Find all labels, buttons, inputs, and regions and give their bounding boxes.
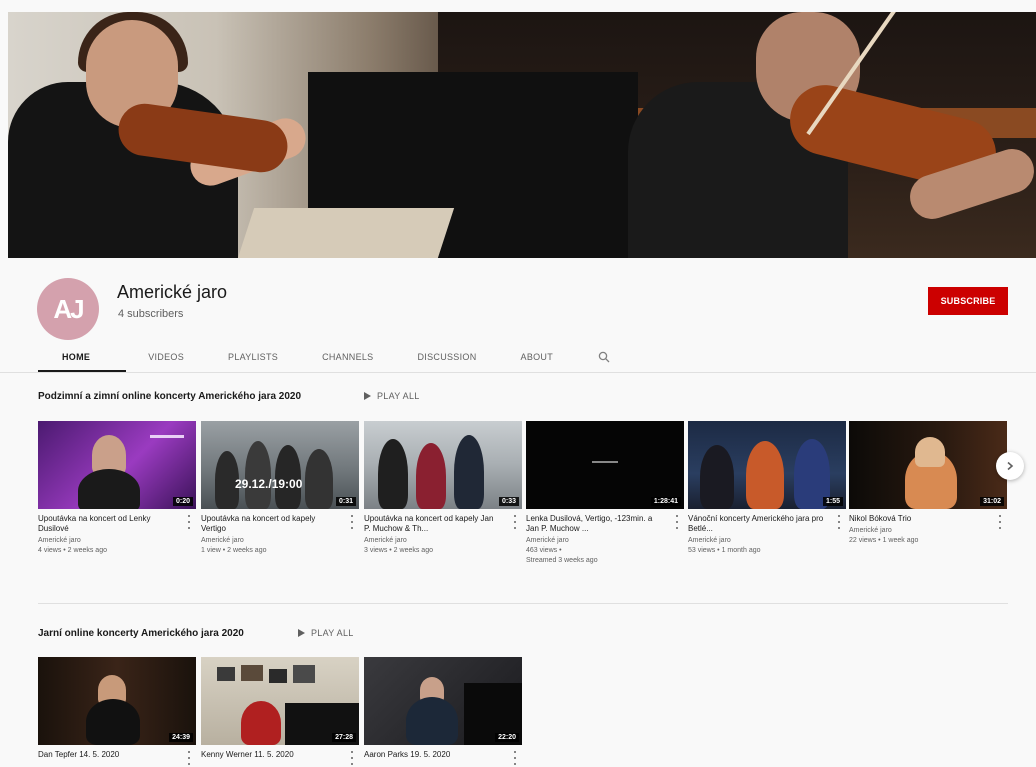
tab-videos[interactable]: VIDEOS — [126, 341, 206, 372]
video-card[interactable]: 0:20 Upoutávka na koncert od Lenky Dusil… — [38, 421, 196, 556]
video-channel[interactable]: Americké jaro — [364, 536, 522, 546]
video-card[interactable]: 1:28:41 Lenka Dusilová, Vertigo, -123min… — [526, 421, 684, 566]
video-thumbnail[interactable]: 29.12./19:00 0:31 — [201, 421, 359, 509]
video-thumbnail[interactable]: 0:20 — [38, 421, 196, 509]
subscribe-button[interactable]: SUBSCRIBE — [928, 287, 1008, 315]
video-title[interactable]: Aaron Parks 19. 5. 2020 — [364, 750, 502, 767]
video-card[interactable]: 1:55 Vánoční koncerty Amerického jara pr… — [688, 421, 846, 556]
video-title[interactable]: Upoutávka na koncert od kapely Jan P. Mu… — [364, 514, 502, 534]
tab-playlists[interactable]: PLAYLISTS — [206, 341, 300, 372]
more-options-icon[interactable] — [510, 515, 520, 529]
video-card[interactable]: 22:20 Aaron Parks 19. 5. 2020 — [364, 657, 522, 767]
tab-home[interactable]: HOME — [38, 341, 127, 372]
shelf-title[interactable]: Podzimní a zimní online koncerty Americk… — [38, 391, 301, 402]
video-thumbnail[interactable]: 31:02 — [849, 421, 1007, 509]
more-options-icon[interactable] — [510, 751, 520, 765]
channel-header: AJ Americké jaro 4 subscribers SUBSCRIBE… — [0, 258, 1036, 372]
video-card[interactable]: 27:28 Kenny Werner 11. 5. 2020 — [201, 657, 359, 767]
video-thumbnail[interactable]: 27:28 — [201, 657, 359, 745]
play-icon — [364, 392, 371, 400]
more-options-icon[interactable] — [347, 751, 357, 765]
more-options-icon[interactable] — [995, 515, 1005, 529]
video-duration: 31:02 — [980, 497, 1004, 506]
video-channel[interactable]: Americké jaro — [526, 536, 684, 546]
video-duration: 0:20 — [172, 497, 193, 506]
video-channel[interactable]: Americké jaro — [849, 526, 1007, 536]
shelf-next-button[interactable] — [996, 452, 1024, 480]
video-title[interactable]: Lenka Dusilová, Vertigo, -123min. a Jan … — [526, 514, 664, 534]
header-divider — [0, 372, 1036, 373]
tab-channels[interactable]: CHANNELS — [300, 341, 395, 372]
video-thumbnail[interactable]: 1:28:41 — [526, 421, 684, 509]
channel-page: AJ Americké jaro 4 subscribers SUBSCRIBE… — [0, 0, 1036, 767]
video-title[interactable]: Dan Tepfer 14. 5. 2020 — [38, 750, 176, 767]
video-thumbnail[interactable]: 1:55 — [688, 421, 846, 509]
chevron-right-icon — [1007, 461, 1014, 471]
thumbnail-overlay-text: 29.12./19:00 — [235, 477, 303, 491]
video-card[interactable]: 24:39 Dan Tepfer 14. 5. 2020 — [38, 657, 196, 767]
channel-search-icon[interactable] — [589, 341, 619, 372]
video-streamed: Streamed 3 weeks ago — [526, 557, 598, 564]
more-options-icon[interactable] — [834, 515, 844, 529]
subscriber-count: 4 subscribers — [118, 308, 184, 320]
video-stats: 1 view • 2 weeks ago — [201, 547, 267, 554]
more-options-icon[interactable] — [184, 751, 194, 765]
channel-name: Americké jaro — [117, 282, 228, 302]
video-title[interactable]: Upoutávka na koncert od kapely Vertigo — [201, 514, 339, 534]
avatar-logo: AJ — [53, 293, 84, 324]
video-card[interactable]: 0:33 Upoutávka na koncert od kapely Jan … — [364, 421, 522, 556]
play-all-label: PLAY ALL — [311, 628, 354, 638]
video-card[interactable]: 31:02 Nikol Bóková Trio Americké jaro 22… — [849, 421, 1007, 546]
video-thumbnail[interactable]: 22:20 — [364, 657, 522, 745]
play-all-button[interactable]: PLAY ALL — [364, 391, 420, 401]
video-duration: 1:28:41 — [650, 497, 681, 506]
play-all-label: PLAY ALL — [377, 391, 420, 401]
tab-about[interactable]: ABOUT — [499, 341, 576, 372]
play-all-button[interactable]: PLAY ALL — [298, 628, 354, 638]
video-channel[interactable]: Americké jaro — [38, 536, 196, 546]
video-duration: 27:28 — [332, 733, 356, 742]
video-card[interactable]: 29.12./19:00 0:31 Upoutávka na koncert o… — [201, 421, 359, 556]
channel-tabs: HOME VIDEOS PLAYLISTS CHANNELS DISCUSSIO… — [38, 341, 619, 372]
video-duration: 0:33 — [498, 497, 519, 506]
video-title[interactable]: Vánoční koncerty Amerického jara pro Bet… — [688, 514, 826, 534]
video-stats: 463 views • — [526, 547, 562, 554]
video-channel[interactable]: Americké jaro — [201, 536, 359, 546]
video-duration: 0:31 — [335, 497, 356, 506]
video-thumbnail[interactable]: 0:33 — [364, 421, 522, 509]
more-options-icon[interactable] — [184, 515, 194, 529]
video-title[interactable]: Upoutávka na koncert od Lenky Dusilové — [38, 514, 176, 534]
video-stats: 22 views • 1 week ago — [849, 537, 919, 544]
video-title[interactable]: Kenny Werner 11. 5. 2020 — [201, 750, 339, 767]
shelf-title[interactable]: Jarní online koncerty Amerického jara 20… — [38, 628, 244, 639]
play-icon — [298, 629, 305, 637]
shelf-divider — [38, 603, 1008, 604]
channel-avatar[interactable]: AJ — [37, 278, 99, 340]
channel-banner — [8, 12, 1036, 258]
video-thumbnail[interactable]: 24:39 — [38, 657, 196, 745]
video-duration: 24:39 — [169, 733, 193, 742]
tab-discussion[interactable]: DISCUSSION — [396, 341, 499, 372]
video-stats: 53 views • 1 month ago — [688, 547, 761, 554]
video-duration: 22:20 — [495, 733, 519, 742]
more-options-icon[interactable] — [347, 515, 357, 529]
video-stats: 4 views • 2 weeks ago — [38, 547, 107, 554]
more-options-icon[interactable] — [672, 515, 682, 529]
video-duration: 1:55 — [822, 497, 843, 506]
video-channel[interactable]: Americké jaro — [688, 536, 846, 546]
video-stats: 3 views • 2 weeks ago — [364, 547, 433, 554]
